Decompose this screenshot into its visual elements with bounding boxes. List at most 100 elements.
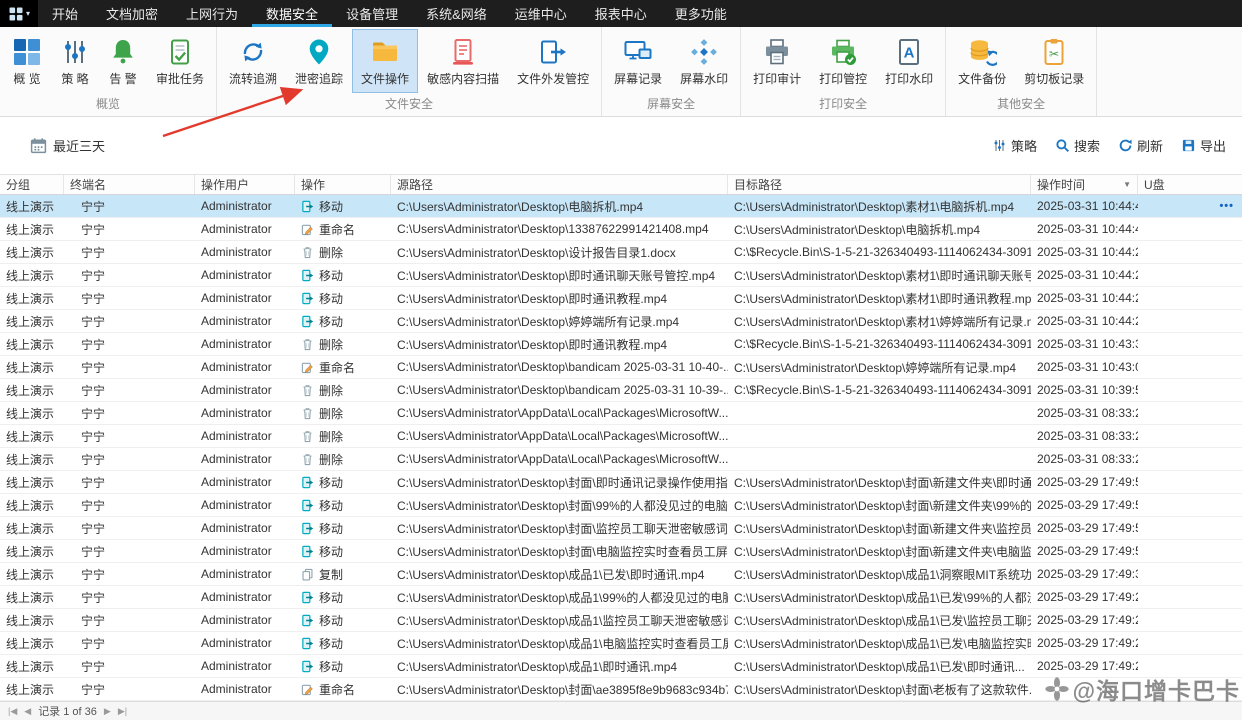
column-header[interactable]: 操作时间▼ bbox=[1031, 175, 1138, 194]
table-row[interactable]: 线上演示宁宁Administrator重命名C:\Users\Administr… bbox=[0, 218, 1242, 241]
target-path-cell: C:\Users\Administrator\Desktop\素材1\即时通讯教… bbox=[728, 287, 1031, 309]
time-cell: 2025-03-29 17:49:20 bbox=[1031, 609, 1138, 631]
policy-action[interactable]: 策略 bbox=[992, 136, 1037, 155]
user-cell: Administrator bbox=[195, 425, 295, 447]
ribbon-button[interactable]: 屏幕记录 bbox=[605, 29, 671, 93]
operation-label: 重命名 bbox=[319, 359, 355, 376]
operation-cell: 删除 bbox=[295, 241, 391, 263]
column-header[interactable]: U盘 bbox=[1138, 175, 1242, 194]
ribbon-button[interactable]: A打印水印 bbox=[876, 29, 942, 93]
table-row[interactable]: 线上演示宁宁Administrator移动C:\Users\Administra… bbox=[0, 287, 1242, 310]
column-header[interactable]: 源路径 bbox=[391, 175, 728, 194]
menu-item[interactable]: 设备管理 bbox=[332, 0, 412, 27]
column-header[interactable]: 操作 bbox=[295, 175, 391, 194]
ribbon-button[interactable]: 流转追溯 bbox=[220, 29, 286, 93]
table-row[interactable]: 线上演示宁宁Administrator移动C:\Users\Administra… bbox=[0, 517, 1242, 540]
group-cell: 线上演示 bbox=[0, 379, 64, 401]
action-label: 导出 bbox=[1200, 136, 1226, 155]
menu-item[interactable]: 更多功能 bbox=[661, 0, 741, 27]
table-row[interactable]: 线上演示宁宁Administrator移动C:\Users\Administra… bbox=[0, 264, 1242, 287]
table-row[interactable]: 线上演示宁宁Administrator移动C:\Users\Administra… bbox=[0, 632, 1242, 655]
terminal-cell: 宁宁 bbox=[64, 218, 195, 240]
menu-item[interactable]: 报表中心 bbox=[581, 0, 661, 27]
usb-cell bbox=[1138, 379, 1242, 401]
operation-label: 删除 bbox=[319, 336, 343, 353]
ribbon-button[interactable]: 概 览 bbox=[3, 29, 51, 93]
table-row[interactable]: 线上演示宁宁Administrator移动C:\Users\Administra… bbox=[0, 471, 1242, 494]
table-row[interactable]: 线上演示宁宁Administrator删除C:\Users\Administra… bbox=[0, 402, 1242, 425]
table-row[interactable]: 线上演示宁宁Administrator重命名C:\Users\Administr… bbox=[0, 356, 1242, 379]
menu-item[interactable]: 系统&网络 bbox=[412, 0, 501, 27]
target-path-cell: C:\Users\Administrator\Desktop\封面\新建文件夹\… bbox=[728, 540, 1031, 562]
next-page-button[interactable]: ▶ bbox=[104, 706, 111, 717]
refresh-action[interactable]: 刷新 bbox=[1118, 136, 1163, 155]
table-row[interactable]: 线上演示宁宁Administrator重命名C:\Users\Administr… bbox=[0, 678, 1242, 701]
operation-label: 重命名 bbox=[319, 681, 355, 698]
toolbar-actions: 策略搜索刷新 导出 bbox=[992, 136, 1226, 155]
ribbon-button[interactable]: 文件外发管控 bbox=[508, 29, 598, 93]
print-watermark-icon: A bbox=[894, 37, 924, 67]
op-delete-icon bbox=[301, 407, 314, 420]
user-cell: Administrator bbox=[195, 402, 295, 424]
table-row[interactable]: 线上演示宁宁Administrator删除C:\Users\Administra… bbox=[0, 333, 1242, 356]
prev-page-button[interactable]: ◀ bbox=[24, 706, 31, 717]
ribbon-button[interactable]: 敏感内容扫描 bbox=[418, 29, 508, 93]
table-row[interactable]: 线上演示宁宁Administrator移动C:\Users\Administra… bbox=[0, 609, 1242, 632]
search-icon bbox=[1055, 138, 1070, 153]
table-row[interactable]: 线上演示宁宁Administrator移动C:\Users\Administra… bbox=[0, 586, 1242, 609]
action-label: 策略 bbox=[1011, 136, 1037, 155]
table-row[interactable]: 线上演示宁宁Administrator删除C:\Users\Administra… bbox=[0, 425, 1242, 448]
ribbon-button-label: 屏幕记录 bbox=[614, 70, 662, 87]
usb-cell bbox=[1138, 471, 1242, 493]
menu-item[interactable]: 数据安全 bbox=[252, 0, 332, 27]
column-header[interactable]: 操作用户 bbox=[195, 175, 295, 194]
ribbon-button[interactable]: 审批任务 bbox=[147, 29, 213, 93]
operation-cell: 删除 bbox=[295, 402, 391, 424]
menu-item[interactable]: 开始 bbox=[38, 0, 92, 27]
export-action[interactable]: 导出 bbox=[1181, 136, 1226, 155]
table-row[interactable]: 线上演示宁宁Administrator复制C:\Users\Administra… bbox=[0, 563, 1242, 586]
usb-cell bbox=[1138, 655, 1242, 677]
ribbon-button[interactable]: ✂剪切板记录 bbox=[1015, 29, 1093, 93]
column-header-label: U盘 bbox=[1144, 176, 1165, 193]
ribbon-button[interactable]: 打印审计 bbox=[744, 29, 810, 93]
time-cell: 2025-03-31 10:44:28 bbox=[1031, 241, 1138, 263]
table-row[interactable]: 线上演示宁宁Administrator移动C:\Users\Administra… bbox=[0, 195, 1242, 218]
op-delete-icon bbox=[301, 338, 314, 351]
table-row[interactable]: 线上演示宁宁Administrator移动C:\Users\Administra… bbox=[0, 494, 1242, 517]
operation-cell: 移动 bbox=[295, 310, 391, 332]
table-row[interactable]: 线上演示宁宁Administrator删除C:\Users\Administra… bbox=[0, 241, 1242, 264]
operation-cell: 移动 bbox=[295, 586, 391, 608]
ribbon-button[interactable]: 文件备份 bbox=[949, 29, 1015, 93]
usb-cell bbox=[1138, 494, 1242, 516]
table-row[interactable]: 线上演示宁宁Administrator移动C:\Users\Administra… bbox=[0, 310, 1242, 333]
ribbon-button[interactable]: 泄密追踪 bbox=[286, 29, 352, 93]
column-header[interactable]: 分组 bbox=[0, 175, 64, 194]
last-page-button[interactable]: ▶| bbox=[118, 706, 127, 717]
operation-cell: 重命名 bbox=[295, 678, 391, 700]
ribbon-button[interactable]: 策 略 bbox=[51, 29, 99, 93]
column-header[interactable]: 终端名 bbox=[64, 175, 195, 194]
column-header[interactable]: 目标路径 bbox=[728, 175, 1031, 194]
menu-item[interactable]: 运维中心 bbox=[501, 0, 581, 27]
menu-item[interactable]: 文档加密 bbox=[92, 0, 172, 27]
target-path-cell: C:\Users\Administrator\Desktop\婷婷端所有记录.m… bbox=[728, 356, 1031, 378]
ribbon-group-label: 其他安全 bbox=[949, 93, 1093, 117]
table-row[interactable]: 线上演示宁宁Administrator删除C:\Users\Administra… bbox=[0, 379, 1242, 402]
app-menu-button[interactable]: ▾ bbox=[0, 0, 38, 27]
date-range-filter[interactable]: 最近三天 bbox=[30, 136, 105, 155]
search-action[interactable]: 搜索 bbox=[1055, 136, 1100, 155]
menu-item[interactable]: 上网行为 bbox=[172, 0, 252, 27]
table-row[interactable]: 线上演示宁宁Administrator移动C:\Users\Administra… bbox=[0, 540, 1242, 563]
operation-cell: 删除 bbox=[295, 333, 391, 355]
ribbon-button[interactable]: 告 警 bbox=[99, 29, 147, 93]
first-page-button[interactable]: |◀ bbox=[8, 706, 17, 717]
ribbon-button[interactable]: 屏幕水印 bbox=[671, 29, 737, 93]
ribbon-group-buttons: 流转追溯泄密追踪文件操作敏感内容扫描文件外发管控 bbox=[220, 29, 598, 93]
table-row[interactable]: 线上演示宁宁Administrator删除C:\Users\Administra… bbox=[0, 448, 1242, 471]
operation-cell: 移动 bbox=[295, 540, 391, 562]
row-actions-ellipsis[interactable]: ••• bbox=[1219, 200, 1236, 212]
table-row[interactable]: 线上演示宁宁Administrator移动C:\Users\Administra… bbox=[0, 655, 1242, 678]
ribbon-button[interactable]: 打印管控 bbox=[810, 29, 876, 93]
ribbon-button[interactable]: 文件操作 bbox=[352, 29, 418, 93]
